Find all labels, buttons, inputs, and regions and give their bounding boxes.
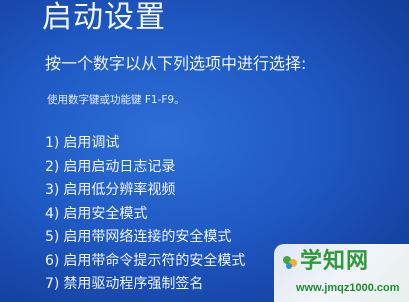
option-enable-debugging[interactable]: 1) 启用调试	[45, 132, 245, 156]
watermark-text: 学知网	[300, 249, 370, 274]
option-number: 1)	[45, 135, 60, 151]
option-label: 启用调试	[63, 135, 120, 151]
option-safe-mode-networking[interactable]: 5) 启用带网络连接的安全模式	[45, 226, 245, 250]
option-number: 4)	[45, 205, 60, 222]
option-number: 5)	[45, 229, 60, 245]
option-number: 7)	[45, 276, 60, 292]
option-number: 6)	[45, 252, 60, 269]
option-disable-driver-signature[interactable]: 7) 禁用驱动程序强制签名	[45, 273, 245, 297]
leaf-icon	[283, 256, 297, 269]
option-label: 启用低分辨率视频	[63, 182, 176, 198]
site-watermark: 学知网 www.jmqz1000.com	[274, 244, 409, 302]
option-number: 3)	[45, 182, 60, 198]
option-label: 启用带命令提示符的安全模式	[63, 252, 246, 269]
option-number: 2)	[45, 158, 60, 175]
option-label: 启用安全模式	[63, 205, 148, 222]
option-safe-mode-command-prompt[interactable]: 6) 启用带命令提示符的安全模式	[45, 250, 245, 274]
option-enable-safe-mode[interactable]: 4) 启用安全模式	[45, 203, 245, 227]
option-enable-low-resolution-video[interactable]: 3) 启用低分辨率视频	[45, 179, 245, 203]
key-hint-text: 使用数字键或功能键 F1-F9。	[47, 94, 185, 106]
startup-options-list: 1) 启用调试 2) 启用启动日志记录 3) 启用低分辨率视频 4) 启用安全模式 5)…	[45, 132, 245, 297]
option-label: 禁用驱动程序强制签名	[63, 276, 204, 292]
option-enable-boot-logging[interactable]: 2) 启用启动日志记录	[45, 156, 245, 180]
option-label: 启用启动日志记录	[63, 158, 176, 175]
instruction-text: 按一个数字以从下列选项中进行选择:	[45, 54, 307, 73]
startup-settings-screen: 启动设置 按一个数字以从下列选项中进行选择: 使用数字键或功能键 F1-F9。 …	[0, 0, 409, 302]
option-label: 启用带网络连接的安全模式	[63, 229, 232, 245]
page-title: 启动设置	[42, 0, 166, 35]
watermark-url: www.jmqz1000.com	[296, 282, 400, 294]
